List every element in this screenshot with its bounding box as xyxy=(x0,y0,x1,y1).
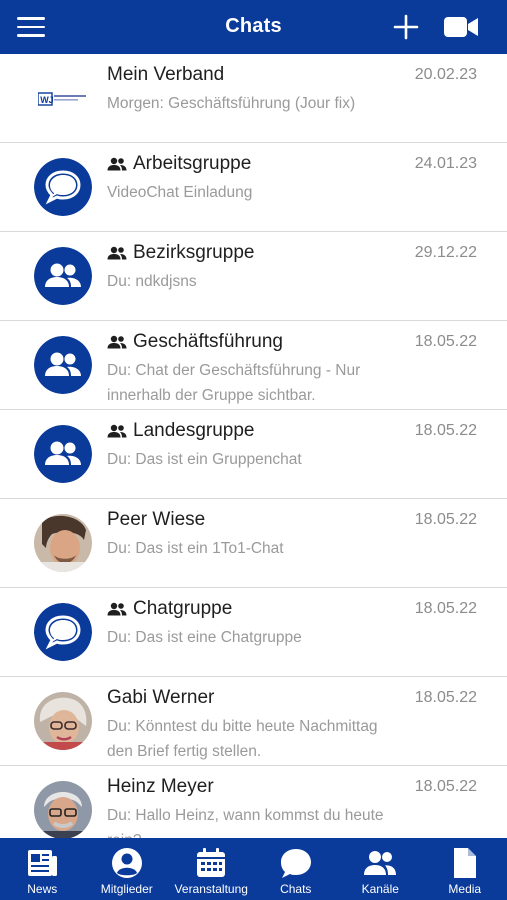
chat-bubble-icon xyxy=(279,846,313,880)
chat-date: 29.12.22 xyxy=(414,244,477,261)
chat-date: 20.02.23 xyxy=(414,66,477,83)
people-icon[interactable] xyxy=(34,247,92,305)
chat-date: 18.05.22 xyxy=(414,778,477,795)
tab-label: Media xyxy=(448,882,482,896)
tab-news[interactable]: News xyxy=(0,838,85,900)
tab-kanäle[interactable]: Kanäle xyxy=(338,838,423,900)
chat-name-text: Chatgruppe xyxy=(133,598,233,619)
organization-logo: WJ xyxy=(37,90,88,108)
tab-label: Chats xyxy=(280,882,312,896)
chat-name: Arbeitsgruppe xyxy=(107,153,251,175)
chat-date: 24.01.23 xyxy=(414,155,477,172)
group-icon xyxy=(107,157,127,171)
chat-bubble-icon[interactable] xyxy=(34,603,92,661)
svg-text:WJ: WJ xyxy=(40,95,54,105)
chat-name: Mein Verband xyxy=(107,64,224,86)
chat-bubble-icon[interactable] xyxy=(34,158,92,216)
chat-name-text: Bezirksgruppe xyxy=(133,242,255,263)
chat-preview: Morgen: Geschäftsführung (Jour fix) xyxy=(107,95,356,112)
chat-name-text: Arbeitsgruppe xyxy=(133,153,252,174)
chat-list-item[interactable]: Arbeitsgruppe 24.01.23 VideoChat Einladung xyxy=(0,143,507,232)
chat-date: 18.05.22 xyxy=(414,333,477,350)
tab-label: Veranstaltung xyxy=(174,882,248,896)
chat-list: WJ Mein Verband 20.02.23 Morgen: Geschäftsf… xyxy=(0,54,507,838)
chat-name-text: Gabi Werner xyxy=(107,687,215,708)
group-icon xyxy=(107,335,127,349)
avatar[interactable] xyxy=(34,692,92,750)
chat-name-text: Landesgruppe xyxy=(133,420,255,441)
chat-list-item[interactable]: Heinz Meyer 18.05.22 Du: Hallo Heinz, wann… xyxy=(0,766,507,838)
chat-date: 18.05.22 xyxy=(414,511,477,528)
bottom-tab-bar: News Mitglieder Veranstaltung Chats Kanäle Me… xyxy=(0,838,507,900)
people-icon[interactable] xyxy=(34,425,92,483)
group-icon xyxy=(107,424,127,438)
people-icon[interactable] xyxy=(34,336,92,394)
chat-list-item[interactable]: Geschäftsführung 18.05.22 Du: Chat der Ges… xyxy=(0,321,507,410)
chat-list-item[interactable]: Bezirksgruppe 29.12.22 Du: ndkdjsns xyxy=(0,232,507,321)
chat-preview: Du: Das ist eine Chatgruppe xyxy=(107,629,302,646)
plus-icon[interactable] xyxy=(391,12,421,42)
chat-list-item[interactable]: Chatgruppe 18.05.22 Du: Das ist eine Chatg… xyxy=(0,588,507,677)
chat-preview: VideoChat Einladung xyxy=(107,184,253,201)
chat-name: Bezirksgruppe xyxy=(107,242,254,264)
tab-label: Kanäle xyxy=(361,882,399,896)
people-icon xyxy=(363,846,397,880)
chat-name-text: Geschäftsführung xyxy=(133,331,283,352)
chat-list-item[interactable]: Peer Wiese 18.05.22 Du: Das ist ein 1To1-C… xyxy=(0,499,507,588)
page-title: Chats xyxy=(225,15,282,37)
chat-name-text: Mein Verband xyxy=(107,64,225,85)
chat-preview: Du: Das ist ein 1To1-Chat xyxy=(107,540,284,557)
chat-preview: Du: Hallo Heinz, wann kommst du heute re… xyxy=(107,807,384,838)
chat-name-text: Peer Wiese xyxy=(107,509,206,530)
chat-list-item[interactable]: WJ Mein Verband 20.02.23 Morgen: Geschäftsf… xyxy=(0,54,507,143)
chat-preview: Du: Chat der Geschäftsführung - Nur inne… xyxy=(107,362,361,404)
chat-name: Chatgruppe xyxy=(107,598,232,620)
document-icon xyxy=(448,846,482,880)
top-app-bar: Chats xyxy=(0,0,507,54)
chat-name-text: Heinz Meyer xyxy=(107,776,214,797)
chat-date: 18.05.22 xyxy=(414,422,477,439)
chat-date: 18.05.22 xyxy=(414,689,477,706)
tab-label: News xyxy=(27,882,58,896)
calendar-icon xyxy=(194,846,228,880)
chat-name: Geschäftsführung xyxy=(107,331,283,353)
tab-label: Mitglieder xyxy=(100,882,153,896)
video-camera-icon[interactable] xyxy=(443,14,479,40)
chat-list-item[interactable]: Gabi Werner 18.05.22 Du: Könntest du bitte… xyxy=(0,677,507,766)
newspaper-icon xyxy=(25,846,59,880)
tab-veranstaltung[interactable]: Veranstaltung xyxy=(169,838,254,900)
tab-chats[interactable]: Chats xyxy=(254,838,339,900)
chat-name: Heinz Meyer xyxy=(107,776,214,798)
chat-name: Gabi Werner xyxy=(107,687,214,709)
avatar[interactable] xyxy=(34,781,92,838)
chat-date: 18.05.22 xyxy=(414,600,477,617)
chat-list-item[interactable]: Landesgruppe 18.05.22 Du: Das ist ein Grup… xyxy=(0,410,507,499)
chat-name: Peer Wiese xyxy=(107,509,205,531)
tab-mitglieder[interactable]: Mitglieder xyxy=(85,838,170,900)
user-circle-icon xyxy=(110,846,144,880)
chat-preview: Du: Das ist ein Gruppenchat xyxy=(107,451,302,468)
chat-name: Landesgruppe xyxy=(107,420,255,442)
chat-preview: Du: ndkdjsns xyxy=(107,273,197,290)
avatar[interactable] xyxy=(34,514,92,572)
tab-media[interactable]: Media xyxy=(423,838,507,900)
chat-preview: Du: Könntest du bitte heute Nachmittag d… xyxy=(107,718,378,760)
group-icon xyxy=(107,602,127,616)
group-icon xyxy=(107,246,127,260)
